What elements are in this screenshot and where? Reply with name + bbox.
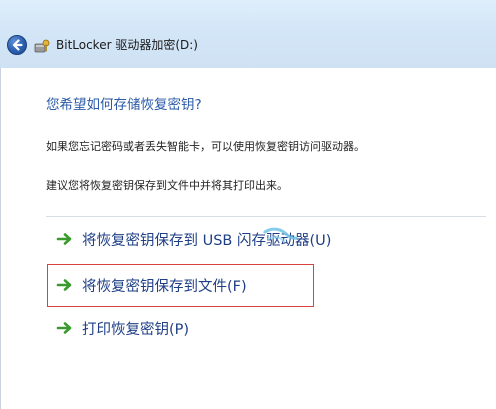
divider: [46, 216, 486, 217]
blue-smudge: [263, 227, 298, 243]
window-title: BitLocker 驱动器加密(D:): [56, 38, 198, 52]
recommendation-text: 建议您将恢复密钥保存到文件中并将其打印出来。: [46, 179, 288, 192]
option-print[interactable]: 打印恢复密钥(P): [46, 312, 476, 344]
option-label: 打印恢复密钥(P): [82, 321, 190, 338]
option-save-usb[interactable]: 将恢复密钥保存到 USB 闪存驱动器(U): [46, 223, 476, 255]
page-heading: 您希望如何存储恢复密钥?: [46, 97, 202, 113]
green-arrow-icon: [56, 322, 72, 334]
description-text: 如果您忘记密码或者丢失智能卡，可以使用恢复密钥访问驱动器。: [46, 140, 365, 153]
green-arrow-icon: [56, 233, 72, 245]
title-bar: BitLocker 驱动器加密(D:): [0, 0, 496, 68]
highlight-frame: [47, 264, 314, 307]
back-arrow-icon[interactable]: [7, 35, 27, 55]
bitlocker-key-icon: [34, 38, 50, 53]
